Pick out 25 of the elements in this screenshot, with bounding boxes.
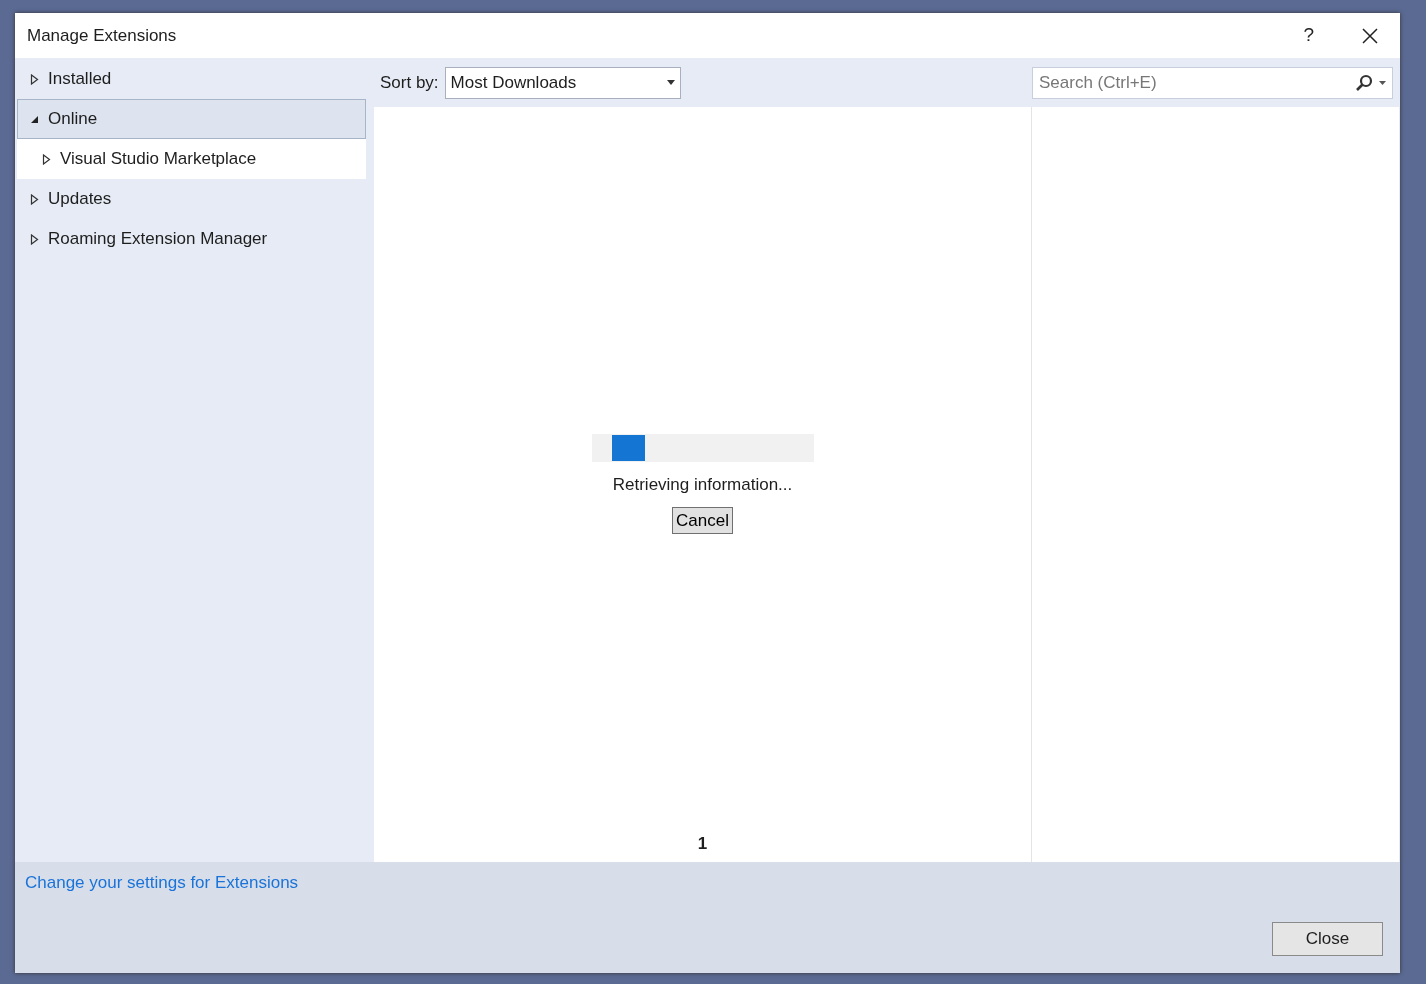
help-button[interactable]: ? [1303,21,1314,50]
collapsed-triangle-icon[interactable] [30,73,39,85]
search-input[interactable]: Search (Ctrl+E) [1039,69,1349,96]
dropdown-arrow-icon[interactable] [666,80,675,85]
settings-link[interactable]: Change your settings for Extensions [25,870,299,896]
dropdown-arrow-icon[interactable] [1379,80,1386,85]
tree-item[interactable]: Installed [17,59,366,99]
collapsed-triangle-icon[interactable] [42,153,51,165]
tree-item[interactable]: Updates [17,179,366,219]
window-title: Manage Extensions [27,24,178,47]
cancel-button[interactable]: Cancel [672,507,733,534]
close-button[interactable]: Close [1272,922,1383,956]
sort-dropdown[interactable]: Most Downloads [444,66,681,99]
tree-item[interactable]: Roaming Extension Manager [17,219,366,259]
collapsed-triangle-icon[interactable] [30,193,39,205]
sort-label: Sort by: [380,71,439,94]
tree-item[interactable]: Online [17,99,366,139]
page-number[interactable]: 1 [697,830,708,856]
expanded-triangle-icon[interactable] [30,114,39,124]
search-icon[interactable] [1355,73,1373,92]
search-field[interactable]: Search (Ctrl+E) [1032,66,1393,99]
close-icon[interactable] [1362,27,1378,44]
collapsed-triangle-icon[interactable] [30,233,39,245]
loading-message: Retrieving information... [612,473,793,496]
tree-item[interactable]: Visual Studio Marketplace [17,139,366,179]
